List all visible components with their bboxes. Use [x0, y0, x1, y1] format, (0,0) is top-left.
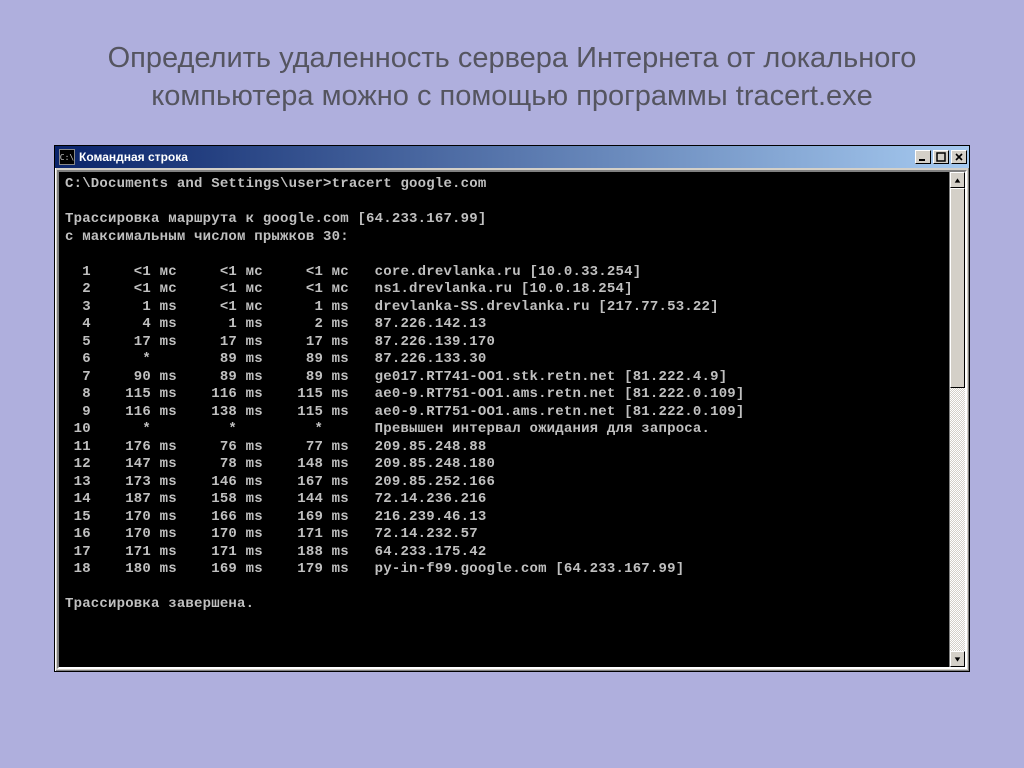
titlebar[interactable]: C:\ Командная строка: [55, 146, 969, 168]
scrollbar-track[interactable]: [950, 188, 965, 651]
console-area: C:\Documents and Settings\user>tracert g…: [57, 170, 967, 669]
cmd-window: C:\ Командная строка C:\Documents and Se…: [54, 145, 970, 672]
window-title: Командная строка: [79, 150, 915, 164]
close-button[interactable]: [951, 150, 967, 164]
cmd-icon: C:\: [59, 149, 75, 165]
vertical-scrollbar[interactable]: [949, 172, 965, 667]
minimize-button[interactable]: [915, 150, 931, 164]
scroll-down-button[interactable]: [950, 651, 965, 667]
window-controls: [915, 150, 967, 164]
scrollbar-thumb[interactable]: [950, 188, 965, 388]
maximize-button[interactable]: [933, 150, 949, 164]
slide-title: Определить удаленность сервера Интернета…: [0, 0, 1024, 135]
scroll-up-button[interactable]: [950, 172, 965, 188]
console-output[interactable]: C:\Documents and Settings\user>tracert g…: [59, 172, 949, 667]
